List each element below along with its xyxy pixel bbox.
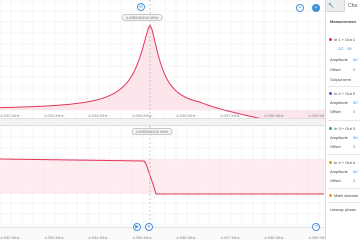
channel-1-dot [329, 38, 332, 41]
channel-2-name[interactable]: In 2 + Out 2 [334, 91, 355, 96]
amplitude-value[interactable]: 50 [353, 135, 357, 140]
wrench-icon[interactable]: 🔧 [328, 0, 334, 12]
channel-3-name[interactable]: In 3 + Out 3 [334, 126, 355, 131]
channel-4-name[interactable]: In 4 + Out 4 [334, 160, 355, 165]
autoscale-button[interactable]: ↗ [312, 223, 320, 231]
marker-frequency-label: 4.095046100 MHz [121, 14, 163, 21]
divider [328, 120, 360, 121]
marker-frequency-label: 4.095046100 MHz [131, 128, 173, 135]
zoom-button[interactable]: + [296, 4, 304, 12]
x-tick-label: 4.094 MHz [88, 235, 108, 240]
measurement-heading: Measurement [330, 19, 356, 24]
settings-button[interactable]: + [312, 4, 320, 12]
x-tick-label: 4.098 MHz [264, 235, 284, 240]
channel-1-coupling[interactable]: DC · 50 [338, 46, 352, 51]
channel-3-dot [329, 127, 332, 130]
phase-band [0, 159, 325, 194]
math-channel-label[interactable]: Math channel [334, 193, 358, 198]
amplitude-label: Amplitude [330, 169, 348, 174]
output-term-label[interactable]: Output term [330, 77, 351, 82]
phase-chart [0, 126, 325, 227]
phase-plot[interactable]: 4.095046100 MHz [0, 126, 325, 227]
amplitude-value[interactable]: 50 [353, 100, 357, 105]
divider [328, 86, 360, 87]
amplitude-label: Amplitude [330, 100, 348, 105]
sidebar-header: 🔧 Cha [326, 0, 360, 12]
x-tick-label: 4.097 MHz [220, 235, 240, 240]
pause-button[interactable]: ⏸ [145, 223, 153, 231]
offset-label: Offset [330, 178, 341, 183]
divider [328, 154, 360, 155]
axis-bar: ▶ ⏸ ↗ 4.092 MHz 4.093 MHz 4.094 MHz 4.095 M… [0, 223, 328, 240]
magnitude-fill [0, 25, 325, 121]
offset-value[interactable]: 0 [353, 67, 355, 72]
marker-toggle-button[interactable]: ⊝ [137, 3, 145, 11]
unwrap-phase-label[interactable]: Unwrap phase [330, 207, 356, 212]
channel-sidebar: 🔧 Cha Measurement In 1 + Out 1 DC · 50 A… [325, 0, 360, 240]
offset-value[interactable]: 0 [353, 144, 355, 149]
x-tick-label: 4.096 MHz [176, 235, 196, 240]
amplitude-value[interactable]: 50 [353, 169, 357, 174]
plot-divider [0, 118, 325, 126]
divider [328, 188, 360, 189]
offset-label: Offset [330, 109, 341, 114]
offset-label: Offset [330, 144, 341, 149]
channel-2-dot [329, 92, 332, 95]
magnitude-plot[interactable]: 4.095046100 MHz ⊝ + + 4.092 MHz 4.093 MHz… [0, 0, 325, 121]
channel-1-name[interactable]: In 1 + Out 1 [334, 37, 355, 42]
offset-value[interactable]: 0 [353, 109, 355, 114]
offset-value[interactable]: 0 [353, 178, 355, 183]
x-tick-label: 4.095 MHz [132, 235, 152, 240]
amplitude-label: Amplitude [330, 135, 348, 140]
x-tick-label: 4.092 MHz [0, 235, 20, 240]
channel-4-dot [329, 161, 332, 164]
divider [328, 202, 360, 203]
amplitude-value[interactable]: 50 [353, 57, 357, 62]
math-channel-dot [329, 194, 332, 197]
magnitude-chart [0, 0, 325, 121]
tab-channels[interactable]: Cha [344, 0, 360, 12]
amplitude-label: Amplitude [330, 57, 348, 62]
x-tick-label: 4.093 MHz [44, 235, 64, 240]
offset-label: Offset [330, 67, 341, 72]
play-button[interactable]: ▶ [133, 223, 141, 231]
